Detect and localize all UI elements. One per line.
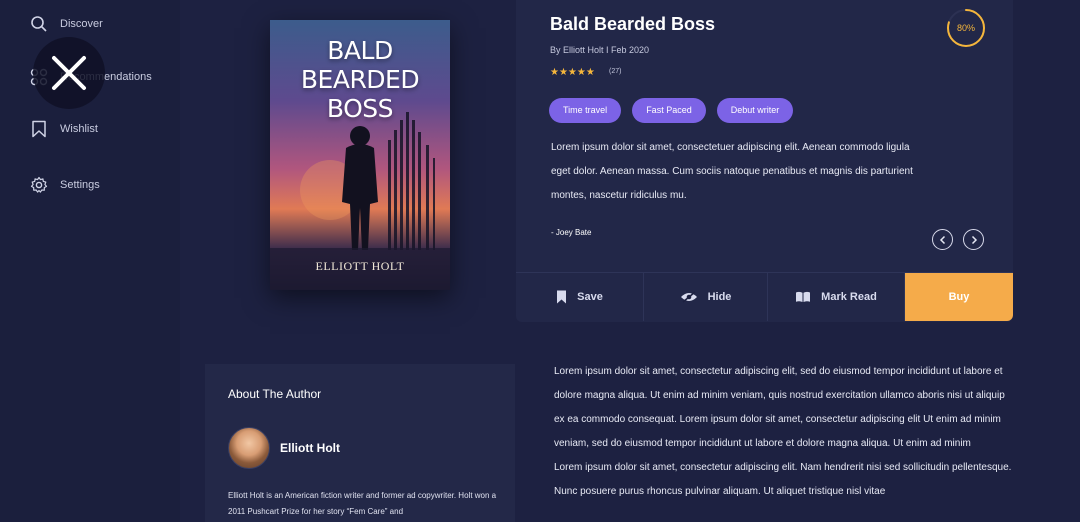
sidebar-item-discover[interactable]: Discover	[30, 15, 103, 33]
gear-icon	[30, 176, 48, 193]
save-button[interactable]: Save	[516, 273, 644, 321]
author-name: Elliott Holt	[280, 441, 340, 455]
buy-button[interactable]: Buy	[905, 273, 1013, 321]
eye-slash-icon	[680, 291, 697, 303]
buy-label: Buy	[948, 291, 970, 303]
mark-read-label: Mark Read	[821, 291, 877, 303]
next-review-button[interactable]	[963, 229, 984, 250]
open-book-icon	[796, 291, 811, 302]
book-byline: By Elliott Holt I Feb 2020	[550, 45, 650, 55]
cover-author: ELLIOTT HOLT	[315, 259, 405, 273]
previous-review-button[interactable]	[932, 229, 953, 250]
author-bio: Elliott Holt is an American fiction writ…	[228, 491, 497, 516]
rating-stars: ★★★★★	[550, 67, 595, 78]
sidebar-item-settings[interactable]: Settings	[30, 176, 100, 194]
hide-button[interactable]: Hide	[644, 273, 768, 321]
sidebar-item-label: Wishlist	[60, 123, 98, 135]
close-button[interactable]	[33, 37, 105, 109]
tag-list: Time travel Fast Paced Debut writer	[549, 98, 794, 123]
tag-time-travel[interactable]: Time travel	[549, 98, 622, 123]
tag-fast-paced[interactable]: Fast Paced	[632, 98, 706, 123]
progress-ring: 80%	[946, 8, 986, 48]
sidebar-item-wishlist[interactable]: Wishlist	[30, 120, 98, 138]
hide-label: Hide	[707, 291, 732, 303]
book-title: Bald Bearded Boss	[550, 14, 716, 34]
book-description: Lorem ipsum dolor sit amet, consectetuer…	[551, 142, 913, 201]
bookmark-filled-icon	[557, 290, 567, 304]
bookmark-icon	[32, 120, 46, 138]
action-bar: Save Hide Mark Read Buy	[516, 272, 1013, 321]
author-avatar	[228, 427, 270, 469]
chevron-right-icon	[971, 235, 977, 244]
cover-title: BALD BEARDED BOSS	[300, 36, 420, 123]
review-author: - Joey Bate	[551, 228, 592, 237]
progress-label: 80%	[956, 23, 975, 33]
body-paragraph-1: Lorem ipsum dolor sit amet, consectetur …	[554, 366, 1005, 449]
book-cover: BALD BEARDED BOSS ELLIOTT HOLT	[270, 20, 450, 290]
search-icon	[31, 16, 47, 32]
save-label: Save	[577, 291, 603, 303]
review-count: (27)	[609, 68, 622, 75]
close-icon	[52, 56, 86, 90]
about-author-card: About The Author Elliott Holt Elliott Ho…	[205, 364, 515, 522]
tag-debut-writer[interactable]: Debut writer	[716, 98, 794, 123]
mark-read-button[interactable]: Mark Read	[768, 273, 905, 321]
sidebar-item-label: Discover	[60, 18, 103, 30]
book-body-text: Lorem ipsum dolor sit amet, consectetur …	[554, 360, 1014, 504]
body-paragraph-2: Lorem ipsum dolor sit amet, consectetur …	[554, 462, 1012, 497]
chevron-left-icon	[939, 235, 945, 244]
about-author-heading: About The Author	[228, 387, 322, 401]
sidebar-item-label: Settings	[60, 179, 100, 191]
